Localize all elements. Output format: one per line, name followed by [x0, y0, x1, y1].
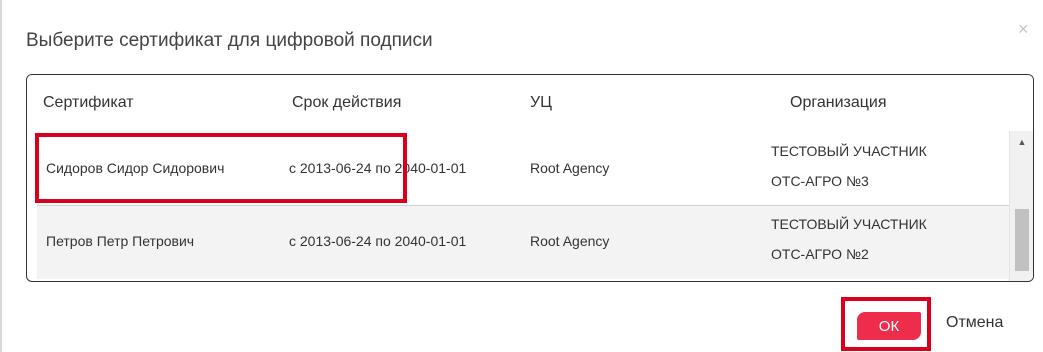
cell-organization: ТЕСТОВЫЙ УЧАСТНИК ОТС-АГРО №3	[771, 136, 927, 196]
column-header-certificate[interactable]: Сертификат	[43, 94, 134, 112]
scroll-thumb[interactable]	[1015, 209, 1029, 271]
cell-certificate: Петров Петр Петрович	[46, 233, 195, 249]
table-body: Сидоров Сидор Сидорович с 2013-06-24 по …	[27, 131, 1009, 281]
organization-line-1: ТЕСТОВЫЙ УЧАСТНИК	[771, 216, 927, 232]
table-row[interactable]: Петров Петр Петрович с 2013-06-24 по 204…	[37, 205, 1009, 279]
column-header-organization[interactable]: Организация	[790, 94, 887, 112]
dialog-edge	[1034, 300, 1043, 352]
cell-ca: Root Agency	[530, 160, 610, 176]
scroll-up-icon[interactable]: ▲	[1010, 135, 1033, 149]
cell-certificate: Сидоров Сидор Сидорович	[46, 160, 225, 176]
organization-line-2: ОТС-АГРО №3	[771, 173, 869, 189]
ok-button[interactable]: ОК	[857, 312, 921, 340]
cancel-button[interactable]: Отмена	[946, 314, 1003, 332]
table-row[interactable]: Сидоров Сидор Сидорович с 2013-06-24 по …	[27, 131, 1009, 205]
cell-organization: ТЕСТОВЫЙ УЧАСТНИК ОТС-АГРО №2	[771, 209, 927, 269]
cell-validity: с 2013-06-24 по 2040-01-01	[289, 160, 467, 176]
column-header-validity[interactable]: Срок действия	[292, 94, 401, 112]
table-scrollbar[interactable]: ▲	[1009, 131, 1033, 281]
cell-ca: Root Agency	[530, 233, 610, 249]
ok-button-highlight: ОК	[841, 297, 931, 351]
organization-line-1: ТЕСТОВЫЙ УЧАСТНИК	[771, 143, 927, 159]
dialog-title: Выберите сертификат для цифровой подписи	[26, 30, 433, 51]
certificate-table: Сертификат Срок действия УЦ Организация …	[26, 74, 1034, 282]
organization-line-2: ОТС-АГРО №2	[771, 246, 869, 262]
column-header-ca[interactable]: УЦ	[530, 94, 552, 112]
certificate-dialog: Выберите сертификат для цифровой подписи…	[0, 0, 1043, 352]
cell-validity: с 2013-06-24 по 2040-01-01	[289, 233, 467, 249]
table-header: Сертификат Срок действия УЦ Организация	[27, 75, 1033, 132]
close-icon[interactable]: ×	[1018, 20, 1029, 38]
